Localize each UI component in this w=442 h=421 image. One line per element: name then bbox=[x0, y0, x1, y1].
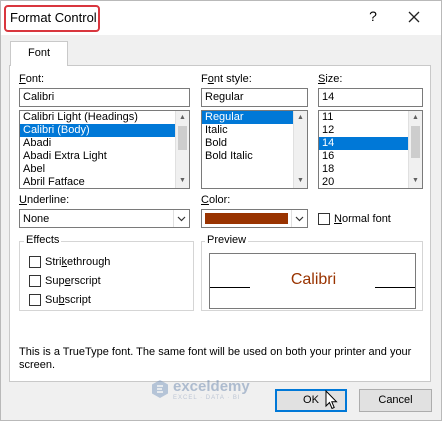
underline-select[interactable]: None bbox=[19, 209, 190, 228]
font-input[interactable]: Calibri bbox=[19, 88, 190, 107]
chevron-down-icon[interactable] bbox=[173, 210, 189, 227]
underline-value: None bbox=[23, 213, 50, 225]
close-button[interactable] bbox=[405, 8, 423, 26]
strikethrough-checkbox[interactable] bbox=[29, 256, 41, 268]
font-list[interactable]: Calibri Light (Headings) Calibri (Body) Ab… bbox=[19, 110, 190, 189]
preview-box: Calibri bbox=[209, 253, 416, 309]
font-list-item[interactable]: Abadi bbox=[20, 137, 189, 150]
mouse-pointer-icon bbox=[325, 390, 338, 410]
font-list-item[interactable]: Abril Fatface bbox=[20, 176, 189, 188]
font-label: Font: bbox=[19, 73, 45, 85]
font-style-label: Font style: bbox=[201, 73, 252, 85]
scroll-thumb[interactable] bbox=[411, 126, 420, 158]
preview-label: Preview bbox=[205, 234, 249, 246]
chevron-down-icon[interactable] bbox=[291, 210, 307, 227]
size-list-item[interactable]: 16 bbox=[319, 150, 422, 163]
font-list-item[interactable]: Calibri Light (Headings) bbox=[20, 111, 189, 124]
font-style-list-item[interactable]: Italic bbox=[202, 124, 307, 137]
font-style-list[interactable]: Regular Italic Bold Bold Italic ▲ ▼ bbox=[201, 110, 308, 189]
title-bar: Format Control ? bbox=[1, 1, 441, 35]
tab-font[interactable]: Font bbox=[10, 41, 68, 66]
size-list[interactable]: 11 12 14 16 18 20 ▲ ▼ bbox=[318, 110, 423, 189]
scroll-down-icon[interactable]: ▼ bbox=[176, 174, 189, 188]
font-style-input[interactable]: Regular bbox=[201, 88, 308, 107]
exceldemy-logo-icon bbox=[152, 380, 168, 398]
scroll-up-icon[interactable]: ▲ bbox=[409, 111, 422, 125]
font-style-list-item[interactable]: Bold Italic bbox=[202, 150, 307, 163]
subscript-checkbox[interactable] bbox=[29, 294, 41, 306]
font-style-list-item[interactable]: Bold bbox=[202, 137, 307, 150]
strikethrough-label: Strikethrough bbox=[45, 256, 111, 268]
effects-label: Effects bbox=[24, 234, 62, 246]
normal-font-checkbox[interactable] bbox=[318, 213, 330, 225]
scroll-up-icon[interactable]: ▲ bbox=[176, 111, 189, 125]
superscript-checkbox[interactable] bbox=[29, 275, 41, 287]
size-input[interactable]: 14 bbox=[318, 88, 423, 107]
close-icon bbox=[408, 11, 420, 23]
font-list-item[interactable]: Abel bbox=[20, 163, 189, 176]
superscript-label: Superscript bbox=[45, 275, 101, 287]
font-list-item[interactable]: Abadi Extra Light bbox=[20, 150, 189, 163]
scroll-up-icon[interactable]: ▲ bbox=[294, 111, 307, 125]
font-list-item[interactable]: Calibri (Body) bbox=[20, 124, 189, 137]
truetype-info-text: This is a TrueType font. The same font w… bbox=[19, 346, 412, 371]
scroll-down-icon[interactable]: ▼ bbox=[409, 174, 422, 188]
size-list-item[interactable]: 11 bbox=[319, 111, 422, 124]
font-list-scrollbar[interactable]: ▲ ▼ bbox=[175, 111, 189, 188]
window-title: Format Control bbox=[10, 10, 97, 25]
size-list-scrollbar[interactable]: ▲ ▼ bbox=[408, 111, 422, 188]
help-button[interactable]: ? bbox=[365, 8, 381, 26]
scroll-down-icon[interactable]: ▼ bbox=[294, 174, 307, 188]
watermark-tagline: EXCEL · DATA · BI bbox=[173, 395, 241, 401]
size-list-item[interactable]: 14 bbox=[319, 137, 422, 150]
size-list-item[interactable]: 12 bbox=[319, 124, 422, 137]
preview-sample-text: Calibri bbox=[290, 271, 337, 288]
color-swatch bbox=[205, 213, 288, 224]
font-style-list-item[interactable]: Regular bbox=[202, 111, 307, 124]
subscript-label: Subscript bbox=[45, 294, 91, 306]
format-control-dialog: Format Control ? Font Font: Calibri Cali… bbox=[0, 0, 442, 421]
cancel-button[interactable]: Cancel bbox=[359, 389, 432, 412]
normal-font-label: Normal font bbox=[334, 213, 391, 225]
size-list-item[interactable]: 18 bbox=[319, 163, 422, 176]
size-label: Size: bbox=[318, 73, 343, 85]
font-style-scrollbar[interactable]: ▲ ▼ bbox=[293, 111, 307, 188]
scroll-thumb[interactable] bbox=[178, 126, 187, 150]
color-select[interactable] bbox=[201, 209, 308, 228]
underline-label: Underline: bbox=[19, 194, 70, 206]
color-label: Color: bbox=[201, 194, 231, 206]
size-list-item[interactable]: 20 bbox=[319, 176, 422, 188]
watermark-name: exceldemy bbox=[173, 378, 250, 395]
